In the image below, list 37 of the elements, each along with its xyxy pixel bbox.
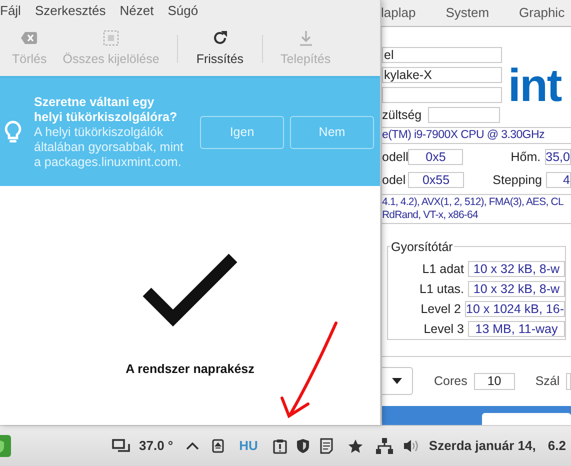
field-label: zültség — [382, 106, 422, 124]
field-label: L1 adat — [421, 260, 465, 278]
menu-item[interactable]: Fájl — [0, 1, 21, 21]
banner-title: Szeretne váltani egy helyi tükörkiszolgálóra? — [34, 94, 178, 124]
tab[interactable]: Graphic — [519, 3, 565, 23]
field-label: Hőm. — [510, 148, 542, 166]
tab[interactable]: laplap — [381, 3, 416, 23]
temperature-text: 37.0 ° — [139, 437, 174, 456]
field-label: Level 2 — [420, 300, 462, 318]
field: 4 — [546, 172, 571, 188]
cpu-name-field: e(TM) i9-7900X CPU @ 3.30GHz — [382, 127, 571, 144]
field: 10 x 32 kB, 8-w — [468, 261, 565, 277]
clock-time[interactable]: 6.2 — [548, 436, 566, 456]
tab[interactable]: System — [446, 3, 490, 23]
menu-item[interactable]: Szerkesztés — [34, 1, 106, 21]
toolbar-button[interactable]: Frissítés — [188, 30, 252, 68]
field-label: Level 3 — [422, 320, 465, 338]
menu-item[interactable]: Nézet — [120, 1, 154, 21]
instructions-field: 4.1, 4.2), AVX(1, 2, 512), FMA(3), AES, CL RdRand, VT-x, x86-64 — [382, 194, 571, 224]
field: 10 — [474, 372, 516, 390]
field: 10 x 32 kB, 8-w — [468, 281, 565, 297]
field: 10 x 1024 kB, 16- — [465, 301, 565, 317]
field-label: L1 utas. — [418, 280, 465, 298]
banner-message: A helyi tükörkiszolgálók általában gyorsabbak, mint a packages.linuxmint.com. — [34, 124, 184, 170]
clock-date[interactable]: Szerda január 14, — [428, 436, 536, 456]
status-message: A rendszer naprakész — [126, 361, 254, 378]
field: 13 MB, 11-way — [468, 321, 565, 337]
field-label: Szál — [535, 372, 560, 390]
field-label: Cores — [434, 372, 468, 390]
field: 0x5 — [408, 149, 464, 165]
field-label: odel — [382, 172, 407, 189]
field: 0x55 — [408, 172, 464, 188]
field-label: Stepping — [492, 172, 543, 189]
field: 35,0 — [544, 149, 571, 165]
logo: int — [508, 65, 562, 113]
menu-item[interactable]: Súgó — [168, 1, 198, 21]
field-label: odell — [382, 148, 408, 166]
